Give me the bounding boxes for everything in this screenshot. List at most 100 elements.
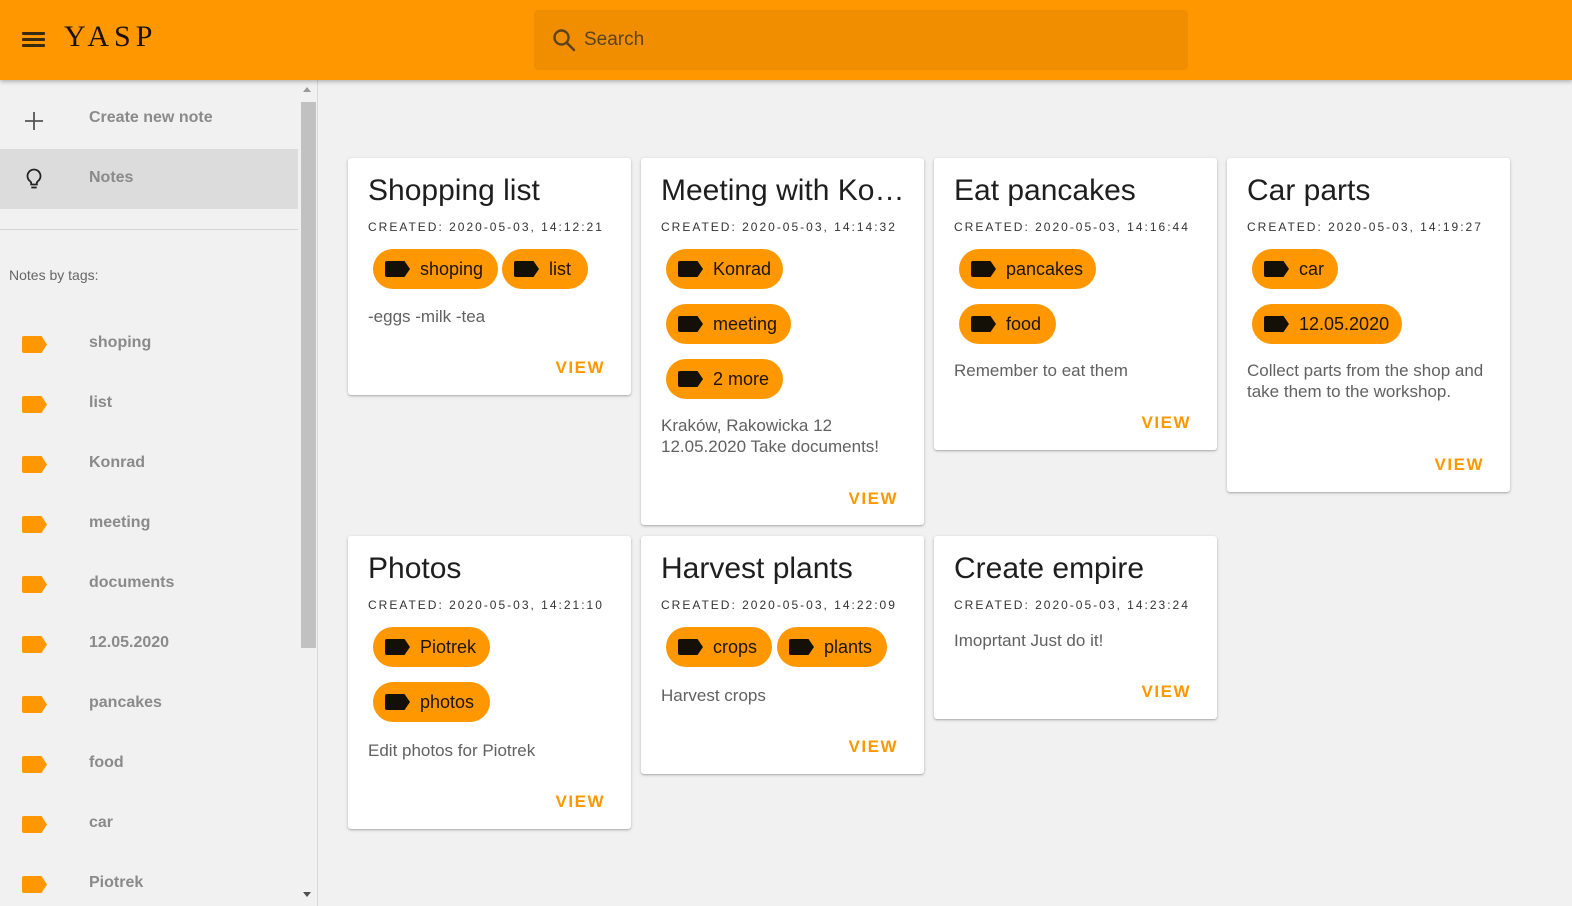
note-title: Meeting with Konrad <box>661 174 911 207</box>
tag-chip[interactable]: crops <box>666 627 772 667</box>
view-button[interactable]: VIEW <box>849 489 898 509</box>
sidebar-tag-item[interactable]: 12.05.2020 <box>0 614 298 674</box>
note-body: Edit photos for Piotrek <box>368 741 536 760</box>
search-input[interactable] <box>584 10 1174 70</box>
sidebar-tag-item[interactable]: Piotrek <box>0 854 298 906</box>
lightbulb-icon <box>26 168 42 189</box>
tag-chip-label: list <box>549 259 571 279</box>
tag-icon <box>514 261 539 277</box>
view-button[interactable]: VIEW <box>556 358 605 378</box>
tag-icon <box>22 696 47 713</box>
sidebar-tag-item[interactable]: Konrad <box>0 434 298 494</box>
scroll-down-arrow-icon[interactable] <box>303 892 311 897</box>
note-card[interactable]: Shopping list CREATED: 2020-05-03, 14:12:… <box>348 158 631 395</box>
tag-icon <box>678 316 703 332</box>
scrollbar-thumb[interactable] <box>301 102 316 648</box>
tag-icon <box>678 371 703 387</box>
note-created-date: CREATED: 2020-05-03, 14:23:24 <box>954 598 1190 612</box>
tag-chip[interactable]: plants <box>777 627 887 667</box>
tag-icon <box>1264 261 1289 277</box>
create-note-button[interactable]: Create new note <box>0 89 298 149</box>
tag-chip-label: meeting <box>713 314 778 334</box>
note-body: Remember to eat them <box>954 361 1128 380</box>
tag-chip[interactable]: Konrad <box>666 249 783 289</box>
app-logo: YASP <box>64 20 158 53</box>
tag-chip-label: Piotrek <box>420 637 477 657</box>
tag-chip-label: car <box>1299 259 1325 279</box>
sidebar-tag-label: documents <box>89 574 175 591</box>
sidebar-tag-item[interactable]: list <box>0 374 298 434</box>
tag-icon <box>678 261 703 277</box>
tag-icon <box>22 576 47 593</box>
tag-chip[interactable]: pancakes <box>959 249 1096 289</box>
note-title: Eat pancakes <box>954 174 1136 207</box>
tag-chip-label: crops <box>713 637 758 657</box>
note-card[interactable]: Meeting with Konrad CREATED: 2020-05-03, … <box>641 158 924 525</box>
note-title: Shopping list <box>368 174 540 207</box>
sidebar-tag-item[interactable]: shoping <box>0 314 298 374</box>
notes-label: Notes <box>89 169 134 186</box>
note-created-date: CREATED: 2020-05-03, 14:16:44 <box>954 220 1190 234</box>
sidebar-tag-label: meeting <box>89 514 151 531</box>
note-card[interactable]: Car parts CREATED: 2020-05-03, 14:19:27 ca… <box>1227 158 1510 492</box>
view-button[interactable]: VIEW <box>1142 413 1191 433</box>
sidebar-divider <box>0 229 298 230</box>
tag-chip[interactable]: car <box>1252 249 1338 289</box>
view-button[interactable]: VIEW <box>556 792 605 812</box>
note-created-date: CREATED: 2020-05-03, 14:19:27 <box>1247 220 1483 234</box>
sidebar-tag-item[interactable]: pancakes <box>0 674 298 734</box>
tag-icon <box>22 816 47 833</box>
tag-chip[interactable]: food <box>959 304 1056 344</box>
sidebar-tag-item[interactable]: meeting <box>0 494 298 554</box>
tag-icon <box>22 876 47 893</box>
note-card[interactable]: Harvest plants CREATED: 2020-05-03, 14:22… <box>641 536 924 774</box>
note-body: Kraków, Rakowicka 12 12.05.2020 Take doc… <box>661 416 880 456</box>
sidebar-tag-label: food <box>89 754 124 771</box>
tag-chip[interactable]: 2 more <box>666 359 783 399</box>
tag-chip[interactable]: shoping <box>373 249 498 289</box>
note-body: -eggs -milk -tea <box>368 307 486 326</box>
tag-chip[interactable]: meeting <box>666 304 791 344</box>
tag-chip[interactable]: 12.05.2020 <box>1252 304 1402 344</box>
tag-chip[interactable]: Piotrek <box>373 627 490 667</box>
tag-chip[interactable]: photos <box>373 682 490 722</box>
note-card[interactable]: Photos CREATED: 2020-05-03, 14:21:10 Piotr… <box>348 536 631 829</box>
tag-icon <box>971 316 996 332</box>
note-card[interactable]: Create empire CREATED: 2020-05-03, 14:23:… <box>934 536 1217 719</box>
view-button[interactable]: VIEW <box>1435 455 1484 475</box>
sidebar-tag-item[interactable]: car <box>0 794 298 854</box>
sidebar-tag-label: 12.05.2020 <box>89 634 170 651</box>
note-card[interactable]: Eat pancakes CREATED: 2020-05-03, 14:16:4… <box>934 158 1217 450</box>
tag-icon <box>678 639 703 655</box>
sidebar-tag-label: pancakes <box>89 694 162 711</box>
tag-icon <box>385 694 410 710</box>
tag-icon <box>22 456 47 473</box>
note-created-date: CREATED: 2020-05-03, 14:12:21 <box>368 220 604 234</box>
tag-chip-label: Konrad <box>713 259 772 279</box>
note-created-date: CREATED: 2020-05-03, 14:14:32 <box>661 220 897 234</box>
note-body: Imoprtant Just do it! <box>954 631 1104 650</box>
sidebar-tag-label: shoping <box>89 334 152 351</box>
tag-chip[interactable]: list <box>502 249 588 289</box>
scroll-up-arrow-icon[interactable] <box>303 87 311 92</box>
sidebar-tag-item[interactable]: food <box>0 734 298 794</box>
tag-chip-label: food <box>1006 314 1042 334</box>
tag-icon <box>22 516 47 533</box>
note-title: Create empire <box>954 552 1145 585</box>
plus-icon <box>25 112 43 130</box>
view-button[interactable]: VIEW <box>849 737 898 757</box>
tag-icon <box>22 396 47 413</box>
search-bar[interactable] <box>534 10 1188 70</box>
sidebar-tag-item[interactable]: documents <box>0 554 298 614</box>
view-button[interactable]: VIEW <box>1142 682 1191 702</box>
tag-icon <box>789 639 814 655</box>
menu-icon[interactable] <box>18 26 50 54</box>
tag-icon <box>971 261 996 277</box>
tag-chip-label: 2 more <box>713 369 770 389</box>
tag-chip-label: pancakes <box>1006 259 1084 279</box>
create-note-label: Create new note <box>89 109 213 126</box>
note-title: Photos <box>368 552 462 585</box>
sidebar-tag-label: car <box>89 814 114 831</box>
sidebar-item-notes[interactable]: Notes <box>0 149 298 209</box>
tag-icon <box>1264 316 1289 332</box>
